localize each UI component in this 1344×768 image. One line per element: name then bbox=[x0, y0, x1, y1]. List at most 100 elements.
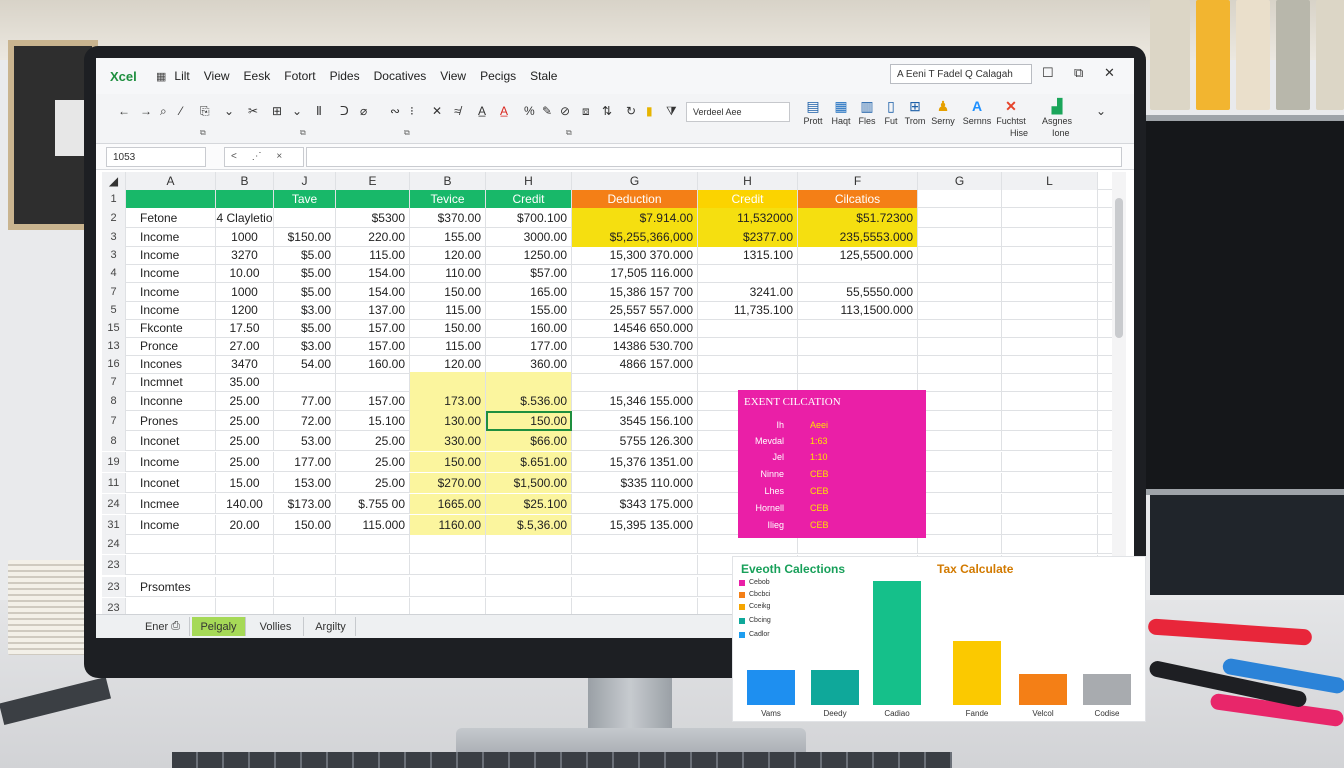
cell[interactable] bbox=[1002, 452, 1098, 472]
cell[interactable]: 25.00 bbox=[336, 431, 410, 451]
cell[interactable]: $.5,36.00 bbox=[486, 515, 572, 535]
cell[interactable]: $25.100 bbox=[486, 494, 572, 514]
cell[interactable]: 1200 bbox=[216, 300, 274, 320]
cell[interactable] bbox=[126, 190, 216, 208]
cell[interactable]: $700.100 bbox=[486, 208, 572, 228]
cell[interactable]: Income bbox=[126, 282, 216, 302]
cell[interactable]: 153.00 bbox=[274, 473, 336, 493]
cell[interactable]: 11,532000 bbox=[698, 208, 798, 228]
cell[interactable]: Income bbox=[126, 227, 216, 247]
cell[interactable]: 15,395 135.000 bbox=[572, 515, 698, 535]
image-icon[interactable]: ⧈ bbox=[582, 104, 590, 119]
cell[interactable] bbox=[216, 534, 274, 554]
row-header[interactable]: 23 bbox=[102, 577, 126, 597]
cell[interactable]: 160.00 bbox=[336, 354, 410, 374]
cell[interactable] bbox=[274, 208, 336, 228]
cell[interactable]: 1160.00 bbox=[410, 515, 486, 535]
cell[interactable] bbox=[1002, 208, 1098, 228]
cell[interactable]: 25.00 bbox=[216, 391, 274, 411]
cell[interactable]: 177.00 bbox=[486, 336, 572, 356]
cell[interactable] bbox=[274, 577, 336, 597]
function-button[interactable]: ✕ Fuchtst bbox=[994, 98, 1028, 126]
cell[interactable]: 25,557 557.000 bbox=[572, 300, 698, 320]
insert-icon[interactable]: ⌀ bbox=[360, 104, 367, 118]
cell[interactable] bbox=[1002, 263, 1098, 283]
menu-item-6[interactable]: Docatives bbox=[374, 69, 427, 83]
cell[interactable] bbox=[486, 372, 572, 392]
row-header[interactable]: 7 bbox=[102, 411, 126, 431]
cell[interactable] bbox=[1002, 336, 1098, 356]
cell[interactable]: 155.00 bbox=[410, 227, 486, 247]
cell[interactable]: $270.00 bbox=[410, 473, 486, 493]
cell[interactable]: $5300 bbox=[336, 208, 410, 228]
cell[interactable]: $3.00 bbox=[274, 300, 336, 320]
tab-sheet-1[interactable]: Ener ⎙ bbox=[136, 617, 190, 636]
refresh-icon[interactable]: ↻ bbox=[626, 104, 636, 118]
cell[interactable] bbox=[1002, 534, 1098, 554]
minimize-icon[interactable]: ☐ bbox=[1042, 65, 1054, 81]
menu-item-3[interactable]: Eesk bbox=[244, 69, 271, 83]
cut-icon[interactable]: ✂ bbox=[248, 104, 258, 118]
sort-icon[interactable]: ⇅ bbox=[602, 104, 612, 118]
cell[interactable]: Income bbox=[126, 300, 216, 320]
vertical-scrollbar[interactable] bbox=[1112, 172, 1126, 616]
cell[interactable] bbox=[798, 263, 918, 283]
font-size-icon[interactable]: A̲ bbox=[478, 104, 486, 118]
cell[interactable]: Cilcatios bbox=[798, 190, 918, 208]
cell[interactable]: 115.00 bbox=[336, 245, 410, 265]
cell[interactable] bbox=[216, 577, 274, 597]
row-header[interactable]: 11 bbox=[102, 473, 126, 493]
cell[interactable]: 3470 bbox=[216, 354, 274, 374]
cell[interactable]: 155.00 bbox=[486, 300, 572, 320]
cell[interactable] bbox=[918, 534, 1002, 554]
cell[interactable]: 54.00 bbox=[274, 354, 336, 374]
cell[interactable]: Proncе bbox=[126, 336, 216, 356]
cell[interactable]: 330.00 bbox=[410, 431, 486, 451]
font-name-box[interactable]: Verdeel Aee bbox=[686, 102, 790, 122]
row-header[interactable]: 7 bbox=[102, 372, 126, 392]
cell[interactable]: 165.00 bbox=[486, 282, 572, 302]
column-header[interactable]: J bbox=[274, 172, 336, 190]
ribbon-collapse-icon[interactable]: ⌄ bbox=[1096, 104, 1106, 118]
select-all-corner[interactable]: ◢ bbox=[102, 172, 126, 190]
search-input[interactable]: A Eeni T Fadel Q Calagah bbox=[890, 64, 1032, 84]
undo-icon[interactable]: ← bbox=[118, 104, 130, 118]
cell[interactable] bbox=[126, 555, 216, 575]
cell[interactable]: $3.00 bbox=[274, 336, 336, 356]
cell[interactable]: 15.00 bbox=[216, 473, 274, 493]
cell[interactable] bbox=[1002, 515, 1098, 535]
cell[interactable]: Incmee bbox=[126, 494, 216, 514]
cell[interactable] bbox=[918, 245, 1002, 265]
menu-item-4[interactable]: Fotort bbox=[284, 69, 315, 83]
row-header[interactable]: 23 bbox=[102, 555, 126, 575]
cell[interactable]: 4866 157.000 bbox=[572, 354, 698, 374]
cell[interactable]: 53.00 bbox=[274, 431, 336, 451]
cell[interactable] bbox=[1002, 318, 1098, 338]
cell[interactable] bbox=[918, 336, 1002, 356]
cell[interactable] bbox=[798, 372, 918, 392]
cell[interactable]: Income bbox=[126, 452, 216, 472]
cell[interactable] bbox=[698, 318, 798, 338]
cell[interactable] bbox=[1002, 354, 1098, 374]
cell[interactable]: Inconet bbox=[126, 473, 216, 493]
cell[interactable]: $5.00 bbox=[274, 245, 336, 265]
cell[interactable] bbox=[698, 354, 798, 374]
tab-sheet-4[interactable]: Argilty bbox=[306, 617, 356, 636]
cell[interactable]: 25.00 bbox=[216, 411, 274, 431]
column-header[interactable]: E bbox=[336, 172, 410, 190]
cell[interactable] bbox=[336, 372, 410, 392]
cell[interactable]: Credit bbox=[698, 190, 798, 208]
cell[interactable]: 235,5553.000 bbox=[798, 227, 918, 247]
cell[interactable]: $57.00 bbox=[486, 263, 572, 283]
filter-icon[interactable]: ⧩ bbox=[666, 104, 677, 119]
cell[interactable] bbox=[798, 336, 918, 356]
cell[interactable]: 3545 156.100 bbox=[572, 411, 698, 431]
cell[interactable] bbox=[918, 391, 1002, 411]
menu-item-1[interactable]: Lilt bbox=[174, 69, 189, 83]
cell[interactable]: Deduction bbox=[572, 190, 698, 208]
dropdown-icon[interactable]: ⌄ bbox=[224, 104, 234, 118]
cell[interactable] bbox=[410, 372, 486, 392]
cell[interactable]: Prones bbox=[126, 411, 216, 431]
cell[interactable]: 15.100 bbox=[336, 411, 410, 431]
column-header[interactable]: H bbox=[486, 172, 572, 190]
